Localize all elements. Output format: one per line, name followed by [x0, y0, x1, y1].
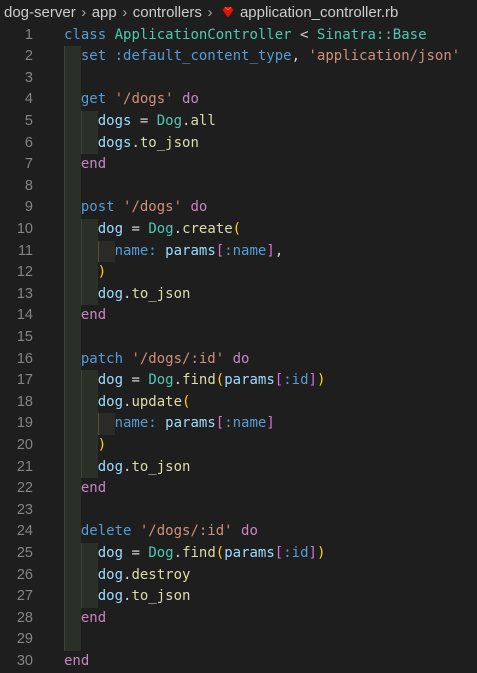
- code-text: dog = Dog.find(params[:id]): [97, 372, 326, 389]
- line-number: 12: [16, 264, 33, 281]
- line-number: 19: [16, 415, 33, 432]
- line-number: 2: [24, 48, 33, 65]
- line-number: 6: [24, 134, 33, 151]
- code-line[interactable]: 10 dog = Dog.create(: [0, 219, 477, 241]
- code-text: dog = Dog.create(: [97, 220, 242, 237]
- code-line[interactable]: 16 patch '/dogs/:id' do: [0, 349, 477, 371]
- code-line[interactable]: 15: [0, 327, 477, 349]
- line-number: 14: [16, 307, 33, 324]
- code-line[interactable]: 12 ): [0, 262, 477, 284]
- code-text: end: [80, 307, 107, 324]
- code-text: dog.update(: [97, 393, 191, 410]
- code-editor[interactable]: 1 class ApplicationController < Sinatra::…: [0, 24, 477, 673]
- code-text: dogs.to_json: [97, 134, 199, 151]
- line-number: 7: [24, 156, 33, 173]
- ruby-gem-icon: [222, 6, 234, 18]
- code-text: dog.to_json: [97, 458, 191, 475]
- code-line[interactable]: 19 name: params[:name]: [0, 413, 477, 435]
- code-line[interactable]: 30 end: [0, 651, 477, 673]
- code-text: post '/dogs' do: [80, 199, 208, 216]
- code-line[interactable]: 4 get '/dogs' do: [0, 89, 477, 111]
- code-text: ): [97, 436, 107, 453]
- line-number: 18: [16, 393, 33, 410]
- code-line[interactable]: 17 dog = Dog.find(params[:id]): [0, 370, 477, 392]
- line-number: 9: [24, 199, 33, 216]
- chevron-right-icon: ›: [122, 3, 128, 21]
- code-text: dog.to_json: [97, 588, 191, 605]
- code-text: class ApplicationController < Sinatra::B…: [64, 26, 427, 43]
- code-line[interactable]: 2 set :default_content_type, 'applicatio…: [0, 46, 477, 68]
- line-number: 22: [16, 480, 33, 497]
- code-line[interactable]: 3: [0, 68, 477, 90]
- line-number: 23: [16, 501, 33, 518]
- code-line[interactable]: 8: [0, 176, 477, 198]
- code-line[interactable]: 9 post '/dogs' do: [0, 197, 477, 219]
- code-line[interactable]: 7 end: [0, 154, 477, 176]
- breadcrumb-item-controllers[interactable]: controllers: [133, 4, 202, 21]
- code-line[interactable]: 26 dog.destroy: [0, 565, 477, 587]
- line-number: 5: [24, 112, 33, 129]
- code-line[interactable]: 21 dog.to_json: [0, 457, 477, 479]
- code-text: end: [80, 156, 107, 173]
- breadcrumb-item-file[interactable]: application_controller.rb: [240, 4, 398, 21]
- code-text: delete '/dogs/:id' do: [80, 523, 258, 540]
- code-text: name: params[:name]: [114, 415, 275, 432]
- breadcrumb-item-app[interactable]: app: [92, 4, 117, 21]
- code-line[interactable]: 28 end: [0, 608, 477, 630]
- line-number: 29: [16, 631, 33, 648]
- line-number: 21: [16, 458, 33, 475]
- line-number: 4: [24, 91, 33, 108]
- line-number: 28: [16, 609, 33, 626]
- line-number: 10: [16, 220, 33, 237]
- code-text: ): [97, 264, 107, 281]
- code-line[interactable]: 27 dog.to_json: [0, 586, 477, 608]
- code-text: dog.destroy: [97, 566, 191, 583]
- code-line[interactable]: 25 dog = Dog.find(params[:id]): [0, 543, 477, 565]
- code-line[interactable]: 6 dogs.to_json: [0, 133, 477, 155]
- code-text: set :default_content_type, 'application/…: [80, 48, 461, 65]
- line-number: 24: [16, 523, 33, 540]
- line-number: 16: [16, 350, 33, 367]
- code-line[interactable]: 23: [0, 500, 477, 522]
- code-line[interactable]: 5 dogs = Dog.all: [0, 111, 477, 133]
- code-text: end: [64, 652, 90, 669]
- code-line[interactable]: 29: [0, 629, 477, 651]
- line-number: 15: [16, 328, 33, 345]
- code-line[interactable]: 13 dog.to_json: [0, 284, 477, 306]
- line-number: 27: [16, 588, 33, 605]
- breadcrumb-item-dog-server[interactable]: dog-server: [0, 4, 76, 21]
- line-number: 1: [24, 26, 33, 43]
- code-text: dog.to_json: [97, 285, 191, 302]
- code-line[interactable]: 20 ): [0, 435, 477, 457]
- code-line[interactable]: 18 dog.update(: [0, 392, 477, 414]
- code-line[interactable]: 11 name: params[:name],: [0, 241, 477, 263]
- code-line[interactable]: 1 class ApplicationController < Sinatra::…: [0, 25, 477, 47]
- code-text: dogs = Dog.all: [97, 112, 216, 129]
- code-text: name: params[:name],: [114, 242, 284, 259]
- code-text: end: [80, 480, 107, 497]
- line-number: 8: [24, 177, 33, 194]
- code-text: dog = Dog.find(params[:id]): [97, 544, 326, 561]
- line-number: 13: [16, 285, 33, 302]
- breadcrumb: dog-server › app › controllers › applica…: [0, 0, 477, 24]
- line-number: 30: [16, 652, 33, 669]
- code-line[interactable]: 14 end: [0, 305, 477, 327]
- code-text: get '/dogs' do: [80, 91, 199, 108]
- code-line[interactable]: 24 delete '/dogs/:id' do: [0, 521, 477, 543]
- code-text: end: [80, 609, 107, 626]
- line-number: 26: [16, 566, 33, 583]
- chevron-right-icon: ›: [207, 3, 213, 21]
- line-number: 25: [16, 544, 33, 561]
- line-number: 11: [17, 242, 33, 259]
- line-number: 3: [24, 69, 33, 86]
- line-number: 17: [16, 372, 33, 389]
- code-text: patch '/dogs/:id' do: [80, 350, 250, 367]
- chevron-right-icon: ›: [81, 3, 87, 21]
- code-line[interactable]: 22 end: [0, 478, 477, 500]
- line-number: 20: [16, 436, 33, 453]
